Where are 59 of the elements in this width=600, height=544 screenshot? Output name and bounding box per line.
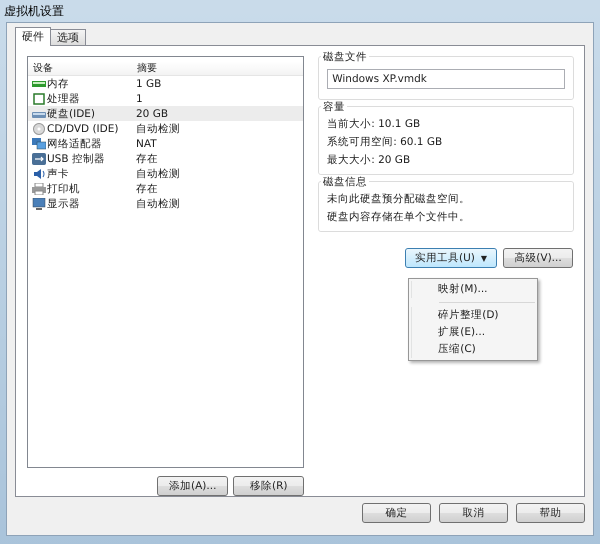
disk-file-field[interactable]: Windows XP.vmdk (327, 69, 565, 89)
device-name: 显示器 (47, 196, 80, 210)
device-summary: 1 (136, 92, 144, 104)
device-row[interactable]: 网络适配器 NAT (28, 136, 304, 151)
device-name: 声卡 (47, 166, 69, 180)
device-name: CD/DVD (IDE) (47, 122, 118, 134)
group-title: 容量 (321, 100, 348, 114)
window-title: 虚拟机设置 (4, 2, 64, 20)
device-name: 处理器 (47, 92, 80, 106)
tab[interactable]: 硬件 (15, 27, 51, 46)
device-row[interactable]: 显示器 自动检测 (28, 196, 304, 211)
device-row[interactable]: 内存 1 GB (28, 76, 304, 91)
column-header[interactable]: 摘要 (137, 61, 304, 75)
menu-item[interactable]: 扩展(E)... (411, 324, 536, 341)
device-row[interactable]: USB 控制器 存在 (28, 151, 304, 166)
menu-item[interactable]: 压缩(C) (411, 341, 536, 358)
device-name: 内存 (47, 76, 69, 90)
advanced-button[interactable]: 高级(V)... (503, 248, 573, 268)
device-row[interactable]: 处理器 1 (28, 91, 304, 106)
device-row[interactable]: 声卡 自动检测 (28, 166, 304, 181)
device-summary: 自动检测 (136, 196, 181, 210)
group-title: 磁盘文件 (321, 50, 370, 64)
device-row[interactable]: 硬盘(IDE) 20 GB (28, 106, 304, 121)
device-summary: 自动检测 (136, 122, 181, 136)
device-summary: 20 GB (136, 108, 170, 120)
capacity-text: 系统可用空间: 60.1 GB (327, 135, 444, 150)
usb-icon (32, 152, 46, 164)
add-button[interactable]: 添加(A)... (157, 476, 228, 496)
info-text: 未向此硬盘预分配磁盘空间。 (327, 192, 472, 207)
printer-icon (32, 182, 46, 194)
device-name: 网络适配器 (47, 136, 102, 150)
device-row[interactable]: CD/DVD (IDE) 自动检测 (28, 121, 304, 136)
remove-button[interactable]: 移除(R) (233, 476, 304, 496)
utilities-button[interactable]: 实用工具(U) ▼ (405, 248, 497, 268)
disc-icon (32, 122, 46, 134)
dialog-button[interactable]: 确定 (362, 503, 431, 523)
menu-item[interactable]: 碎片整理(D) (411, 307, 536, 324)
capacity-text: 最大大小: 20 GB (327, 153, 412, 168)
column-header[interactable]: 设备 (33, 61, 137, 75)
dialog-button[interactable]: 取消 (439, 503, 508, 523)
capacity-text: 当前大小: 10.1 GB (327, 117, 422, 132)
menu-item[interactable]: 映射(M)... (411, 281, 536, 298)
processor-icon (32, 92, 46, 104)
device-name: USB 控制器 (47, 152, 105, 166)
device-summary: 自动检测 (136, 166, 181, 180)
device-summary: NAT (136, 138, 158, 150)
device-row[interactable]: 打印机 存在 (28, 181, 304, 196)
device-summary: 存在 (136, 152, 159, 166)
dialog-button[interactable]: 帮助 (516, 503, 585, 523)
speaker-icon (32, 168, 46, 180)
device-summary: 1 GB (136, 78, 162, 90)
tab[interactable]: 选项 (50, 29, 86, 46)
device-name: 硬盘(IDE) (47, 106, 96, 120)
device-summary: 存在 (136, 182, 159, 196)
monitor-icon (32, 198, 46, 210)
network-icon (32, 138, 46, 150)
group-title: 磁盘信息 (321, 175, 370, 189)
device-name: 打印机 (47, 182, 80, 196)
info-text: 硬盘内容存储在单个文件中。 (327, 210, 472, 225)
